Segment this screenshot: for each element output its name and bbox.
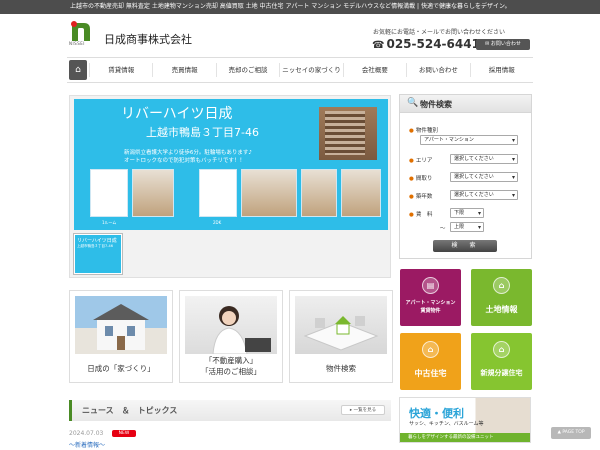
nav-item-rental[interactable]: 賃貸情報	[89, 63, 152, 77]
area-label: ● エリア	[409, 158, 433, 164]
search-header: 🔍 物件検索	[400, 95, 531, 113]
nav-item-company[interactable]: 会社概要	[342, 63, 406, 77]
floorplan-2dk	[199, 169, 237, 217]
logo-wordmark: NISSEI	[69, 41, 85, 46]
nav-item-sell-consult[interactable]: 売却のご相談	[215, 63, 279, 77]
slide-thumbnail[interactable]: リバーハイツ日成 上越市鴨島３丁目7-46	[73, 233, 123, 275]
nav-item-recruit[interactable]: 採用情報	[469, 63, 533, 77]
rent-label: ● 賃 料	[409, 212, 433, 218]
slide-address: 上越市鴨島３丁目7-46	[146, 126, 259, 139]
news-header: ニュース ＆ トピックス ▸ 一覧を見る	[69, 400, 391, 421]
card-label-line1: 「不動産購入」	[204, 356, 258, 365]
building-photo	[319, 107, 377, 160]
card-house-building[interactable]: 日成の「家づくり」	[69, 290, 173, 383]
age-select[interactable]: 選択してください	[450, 190, 518, 200]
room-photo-2	[241, 169, 297, 217]
tile-used-house[interactable]: ⌂ 中古住宅	[400, 333, 461, 390]
madori-label: ● 間取り	[409, 176, 433, 182]
promo-subtitle: サッシ、キッチン、バスルーム等	[409, 421, 484, 427]
nav-item-contact[interactable]: お問い合わせ	[406, 63, 469, 77]
nav-item-house-building[interactable]: ニッセイの家づくり	[279, 63, 342, 77]
house-photo	[75, 296, 167, 354]
building-icon: ▤	[422, 277, 439, 294]
news-more-button[interactable]: ▸ 一覧を見る	[341, 405, 385, 415]
madori-select[interactable]: 選択してください	[450, 172, 518, 182]
promo-title: 快適・便利	[409, 407, 464, 420]
room-photo-4	[341, 169, 381, 217]
type-label: ● 物件種別	[409, 128, 438, 134]
house-icon: ⌂	[422, 341, 439, 358]
inquiry-button[interactable]: ✉ お問い合わせ	[476, 39, 530, 50]
news-link[interactable]: ～新着情報～	[69, 440, 105, 449]
new-badge: NEW	[112, 430, 136, 437]
page-top-button[interactable]: ▲ PAGE TOP	[551, 427, 591, 439]
tile-apartment-rental[interactable]: ▤ アパート・マンション 賃貸物件	[400, 269, 461, 326]
news-date: 2024.07.03	[69, 430, 104, 437]
room-photo-1	[132, 169, 174, 217]
search-button[interactable]: 検 索	[433, 240, 497, 252]
new-house-icon: ⌂	[493, 341, 510, 358]
slide-note: 新潟県立看護大学より徒歩6分。駐輪場もあります♪ オートロックなので防犯対策もバッ…	[124, 150, 252, 164]
phone-icon: ☎	[372, 40, 385, 51]
card-purchase-consult[interactable]: 「不動産購入」 「活用のご相談」	[179, 290, 283, 383]
news-title: ニュース ＆ トピックス	[82, 406, 178, 415]
contact-hint: お気軽にお電話・メールでお問い合わせください	[373, 29, 506, 36]
tile-land-info[interactable]: ⌂ 土地情報	[471, 269, 532, 326]
caption-2dk: 2DK	[213, 220, 222, 225]
search-title: 物件検索	[420, 100, 452, 109]
promo-footer: 暮らしをデザインする最新の設備ユニット	[400, 433, 530, 442]
company-name: 日成商事株式会社	[104, 33, 192, 46]
slide-main[interactable]: リバーハイツ日成 上越市鴨島３丁目7-46 新潟県立看護大学より徒歩6分。駐輪場…	[74, 99, 388, 230]
caption-1room: 1ルーム	[102, 220, 117, 225]
rent-min-select[interactable]: 下限	[450, 208, 484, 218]
area-select[interactable]: 選択してください	[450, 154, 518, 164]
property-search-panel: 🔍 物件検索 ●物件種別 アパート・マンション ●エリア 選択してください ●間…	[399, 94, 532, 259]
type-select[interactable]: アパート・マンション	[420, 135, 518, 145]
map-illustration	[295, 296, 387, 354]
land-icon: ⌂	[493, 277, 510, 294]
equipment-promo-banner[interactable]: 快適・便利 サッシ、キッチン、バスルーム等 暮らしをデザインする最新の設備ユニッ…	[399, 397, 531, 443]
card-label: 日成の「家づくり」	[87, 364, 155, 373]
operator-photo	[185, 296, 277, 355]
featured-property-slider: リバーハイツ日成 上越市鴨島３丁目7-46 新潟県立看護大学より徒歩6分。駐輪場…	[69, 95, 391, 278]
card-label: 物件検索	[326, 364, 356, 373]
card-property-search[interactable]: 物件検索	[289, 290, 393, 383]
site-tagline-bar: 上越市の不動産売却 無料査定 土地建物マンション売却 高値買取 土地 中古住宅 …	[0, 0, 600, 14]
age-label: ● 築年数	[409, 194, 433, 200]
card-label-line2: 「活用のご相談」	[201, 367, 261, 376]
floorplan-1room	[90, 169, 128, 217]
room-photo-3	[301, 169, 337, 217]
search-icon: 🔍	[407, 98, 419, 108]
company-logo[interactable]: NISSEI	[69, 21, 93, 47]
phone-number[interactable]: ☎ 025-524-6441	[372, 37, 480, 51]
home-icon[interactable]: ⌂	[69, 60, 87, 80]
rent-max-select[interactable]: 上限	[450, 222, 484, 232]
range-wave: ～	[440, 226, 446, 232]
main-nav: ⌂ 賃貸情報 売買情報 売却のご相談 ニッセイの家づくり 会社概要 お問い合わせ…	[67, 57, 533, 83]
slide-title: リバーハイツ日成	[121, 106, 233, 122]
tile-new-house[interactable]: ⌂ 新規分譲住宅	[471, 333, 532, 390]
nav-item-sale[interactable]: 売買情報	[152, 63, 215, 77]
